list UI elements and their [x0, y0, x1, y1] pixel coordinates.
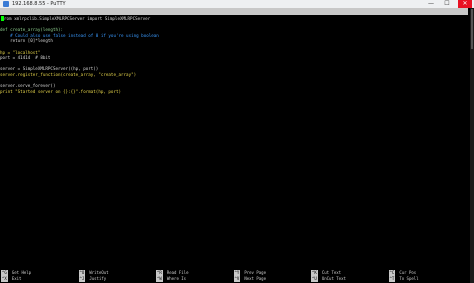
- code-text: rom xmlrpclib.SimpleXMLRPCServer import …: [4, 16, 151, 21]
- shortcut-label: Prev Page: [244, 270, 267, 275]
- vertical-scrollbar[interactable]: [470, 8, 474, 283]
- code-text: server.serve_forever(): [0, 83, 56, 89]
- close-button[interactable]: ✕: [458, 0, 472, 8]
- editor-text-area[interactable]: rom xmlrpclib.SimpleXMLRPCServer import …: [0, 16, 468, 94]
- shortcut-key: ^W: [156, 276, 163, 282]
- shortcut-label: Exit: [11, 276, 22, 281]
- shortcut-item[interactable]: ^V Next Page: [233, 276, 267, 282]
- shortcut-item[interactable]: ^U UnCut Text: [311, 276, 346, 282]
- shortcut-label: Get Help: [11, 270, 32, 275]
- shortcut-label: Where Is: [166, 276, 187, 281]
- shortcut-label: Cur Pos: [399, 270, 417, 275]
- shortcut-key: ^J: [78, 276, 86, 282]
- scrollbar-thumb[interactable]: [471, 9, 473, 49]
- code-line: print "Started server on {}:{}".format(h…: [0, 89, 468, 95]
- minimize-button[interactable]: —: [424, 0, 438, 8]
- shortcut-key: ^X: [1, 276, 8, 282]
- code-text: hp = "localhost": [0, 49, 41, 55]
- code-text: # Could also use false instead of 0 if y…: [0, 32, 159, 38]
- nano-header-bar: GNU nano 2.2.6 File: /home/scripts/hp_xm…: [0, 8, 468, 28]
- code-text: port = 41414 # 8bit: [0, 55, 51, 61]
- shortcut-label: UnCut Text: [321, 276, 346, 281]
- shortcut-key: ^U: [311, 276, 318, 282]
- shortcut-label: Cut Text: [321, 270, 342, 275]
- shortcut-item[interactable]: ^X Exit: [1, 276, 21, 282]
- code-text: print "Started server on {}:{}".format(h…: [0, 88, 122, 94]
- window-titlebar: 192.168.8.55 - PuTTY — ☐ ✕: [0, 0, 474, 8]
- shortcut-label: Next Page: [244, 276, 267, 281]
- shortcut-row-2: ^X Exit ^J Justify ^W Where Is ^V Next Page ^U Un…: [0, 276, 468, 282]
- shortcut-item[interactable]: ^J Justify: [78, 276, 107, 282]
- shortcut-label: Justify: [89, 276, 107, 281]
- shortcut-key: ^V: [233, 276, 241, 282]
- window-title: 192.168.8.55 - PuTTY: [12, 1, 66, 7]
- shortcut-label: To Spell: [399, 276, 419, 281]
- shortcut-key: ^T: [388, 276, 396, 282]
- code-text: server.register_function(create_array, "…: [0, 71, 137, 77]
- maximize-button[interactable]: ☐: [440, 0, 454, 8]
- shortcut-item[interactable]: ^T To Spell: [388, 276, 419, 282]
- code-text: def create_array(length):: [0, 27, 64, 33]
- shortcut-label: WriteOut: [89, 270, 109, 275]
- putty-app-icon: [3, 1, 9, 7]
- shortcut-item[interactable]: ^W Where Is: [156, 276, 186, 282]
- code-text: server = SimpleXMLRPCServer((hp, port)): [0, 66, 99, 72]
- code-text: return [0]*length: [0, 38, 53, 44]
- shortcut-label: Read File: [166, 270, 189, 275]
